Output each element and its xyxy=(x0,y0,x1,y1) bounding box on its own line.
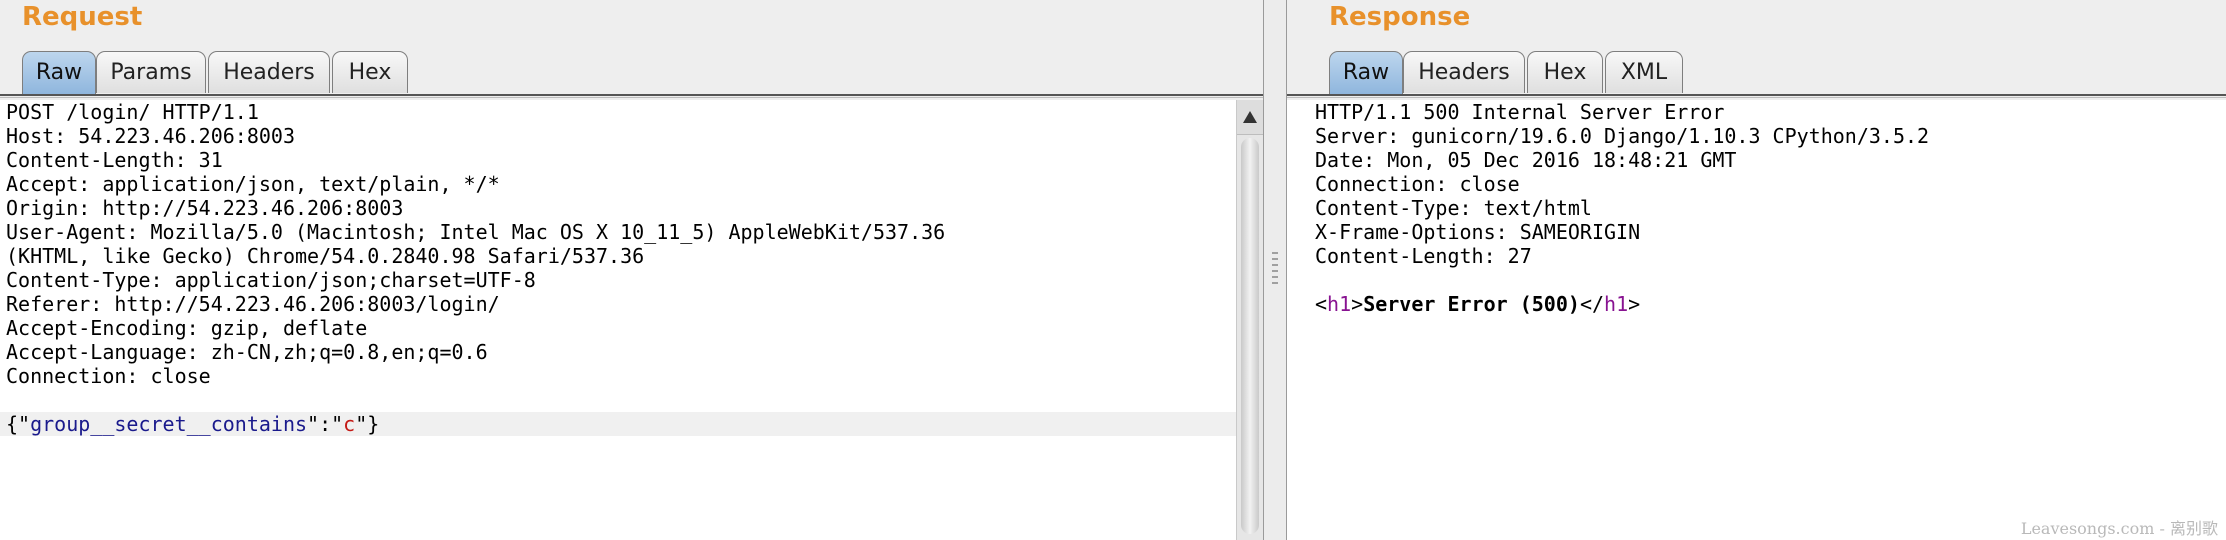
json-open-brace: {" xyxy=(6,412,31,436)
response-line: Content-Length: 27 xyxy=(1315,244,1532,268)
request-title: Request xyxy=(22,2,143,32)
request-line: Content-Length: 31 xyxy=(6,148,223,172)
json-close-brace: "} xyxy=(355,412,380,436)
request-tab-rule-shadow xyxy=(0,97,1263,98)
response-line: Connection: close xyxy=(1315,172,1520,196)
request-header: Request Raw Params Headers Hex xyxy=(0,0,1263,100)
request-line: Accept: application/json, text/plain, */… xyxy=(6,172,500,196)
response-title: Response xyxy=(1329,2,1471,32)
html-gt: > xyxy=(1351,292,1364,316)
request-line: Accept-Language: zh-CN,zh;q=0.8,en;q=0.6 xyxy=(6,340,488,364)
watermark: Leavesongs.com - 离别歌 xyxy=(2020,519,2218,538)
request-scroll-thumb[interactable] xyxy=(1241,138,1259,534)
html-lt: < xyxy=(1315,292,1328,316)
request-tab-headers[interactable]: Headers xyxy=(208,51,330,93)
error-text: Server Error (500) xyxy=(1363,292,1580,316)
response-line: Server: gunicorn/19.6.0 Django/1.10.3 CP… xyxy=(1315,124,1930,148)
response-blank-line xyxy=(1309,268,2226,292)
request-scrollbar[interactable] xyxy=(1236,100,1263,540)
request-tab-rule xyxy=(0,94,1263,96)
request-blank-line xyxy=(0,388,1237,412)
request-line: Origin: http://54.223.46.206:8003 xyxy=(6,196,404,220)
json-key: group__secret__contains xyxy=(30,412,308,436)
html-lt-slash: </ xyxy=(1579,292,1605,316)
json-value: c xyxy=(343,412,356,436)
response-header: Response Raw Headers Hex XML xyxy=(1287,0,2226,100)
response-tab-xml[interactable]: XML xyxy=(1605,51,1683,93)
response-body-line: <h1>Server Error (500)</h1> xyxy=(1309,292,2226,316)
request-line: Connection: close xyxy=(6,364,211,388)
response-editor[interactable]: HTTP/1.1 500 Internal Server Error Serve… xyxy=(1309,100,2226,540)
response-tab-hex[interactable]: Hex xyxy=(1527,51,1603,93)
request-line: User-Agent: Mozilla/5.0 (Macintosh; Inte… xyxy=(6,220,946,244)
request-line: (KHTML, like Gecko) Chrome/54.0.2840.98 … xyxy=(6,244,645,268)
request-line: POST /login/ HTTP/1.1 xyxy=(6,100,259,124)
request-line: Accept-Encoding: gzip, deflate xyxy=(6,316,368,340)
split-divider[interactable] xyxy=(1263,0,1287,540)
response-panel: Response Raw Headers Hex XML HTTP/1.1 50… xyxy=(1287,0,2226,540)
request-body-line: {"group__secret__contains":"c"} xyxy=(0,412,1237,436)
response-tab-rule-shadow xyxy=(1287,97,2226,98)
request-line: Referer: http://54.223.46.206:8003/login… xyxy=(6,292,500,316)
response-tab-headers[interactable]: Headers xyxy=(1403,51,1525,93)
html-gt-close: > xyxy=(1628,292,1641,316)
divider-grip-icon xyxy=(1272,252,1278,288)
scroll-up-arrow-icon xyxy=(1243,111,1257,123)
response-line: HTTP/1.1 500 Internal Server Error xyxy=(1315,100,1725,124)
html-tag-close: h1 xyxy=(1604,292,1629,316)
request-line: Host: 54.223.46.206:8003 xyxy=(6,124,295,148)
response-line: X-Frame-Options: SAMEORIGIN xyxy=(1315,220,1641,244)
request-editor[interactable]: POST /login/ HTTP/1.1 Host: 54.223.46.20… xyxy=(0,100,1237,540)
response-tab-rule xyxy=(1287,94,2226,96)
response-line: Content-Type: text/html xyxy=(1315,196,1592,220)
request-tab-hex[interactable]: Hex xyxy=(332,51,408,93)
response-tab-raw[interactable]: Raw xyxy=(1329,51,1403,94)
request-tab-params[interactable]: Params xyxy=(96,51,206,93)
json-colon: ":" xyxy=(307,412,344,436)
request-line: Content-Type: application/json;charset=U… xyxy=(6,268,536,292)
request-tab-raw[interactable]: Raw xyxy=(22,51,96,94)
scroll-up-button[interactable] xyxy=(1237,100,1263,135)
response-line: Date: Mon, 05 Dec 2016 18:48:21 GMT xyxy=(1315,148,1737,172)
request-panel: Request Raw Params Headers Hex POST /log… xyxy=(0,0,1263,540)
html-tag-open: h1 xyxy=(1327,292,1352,316)
